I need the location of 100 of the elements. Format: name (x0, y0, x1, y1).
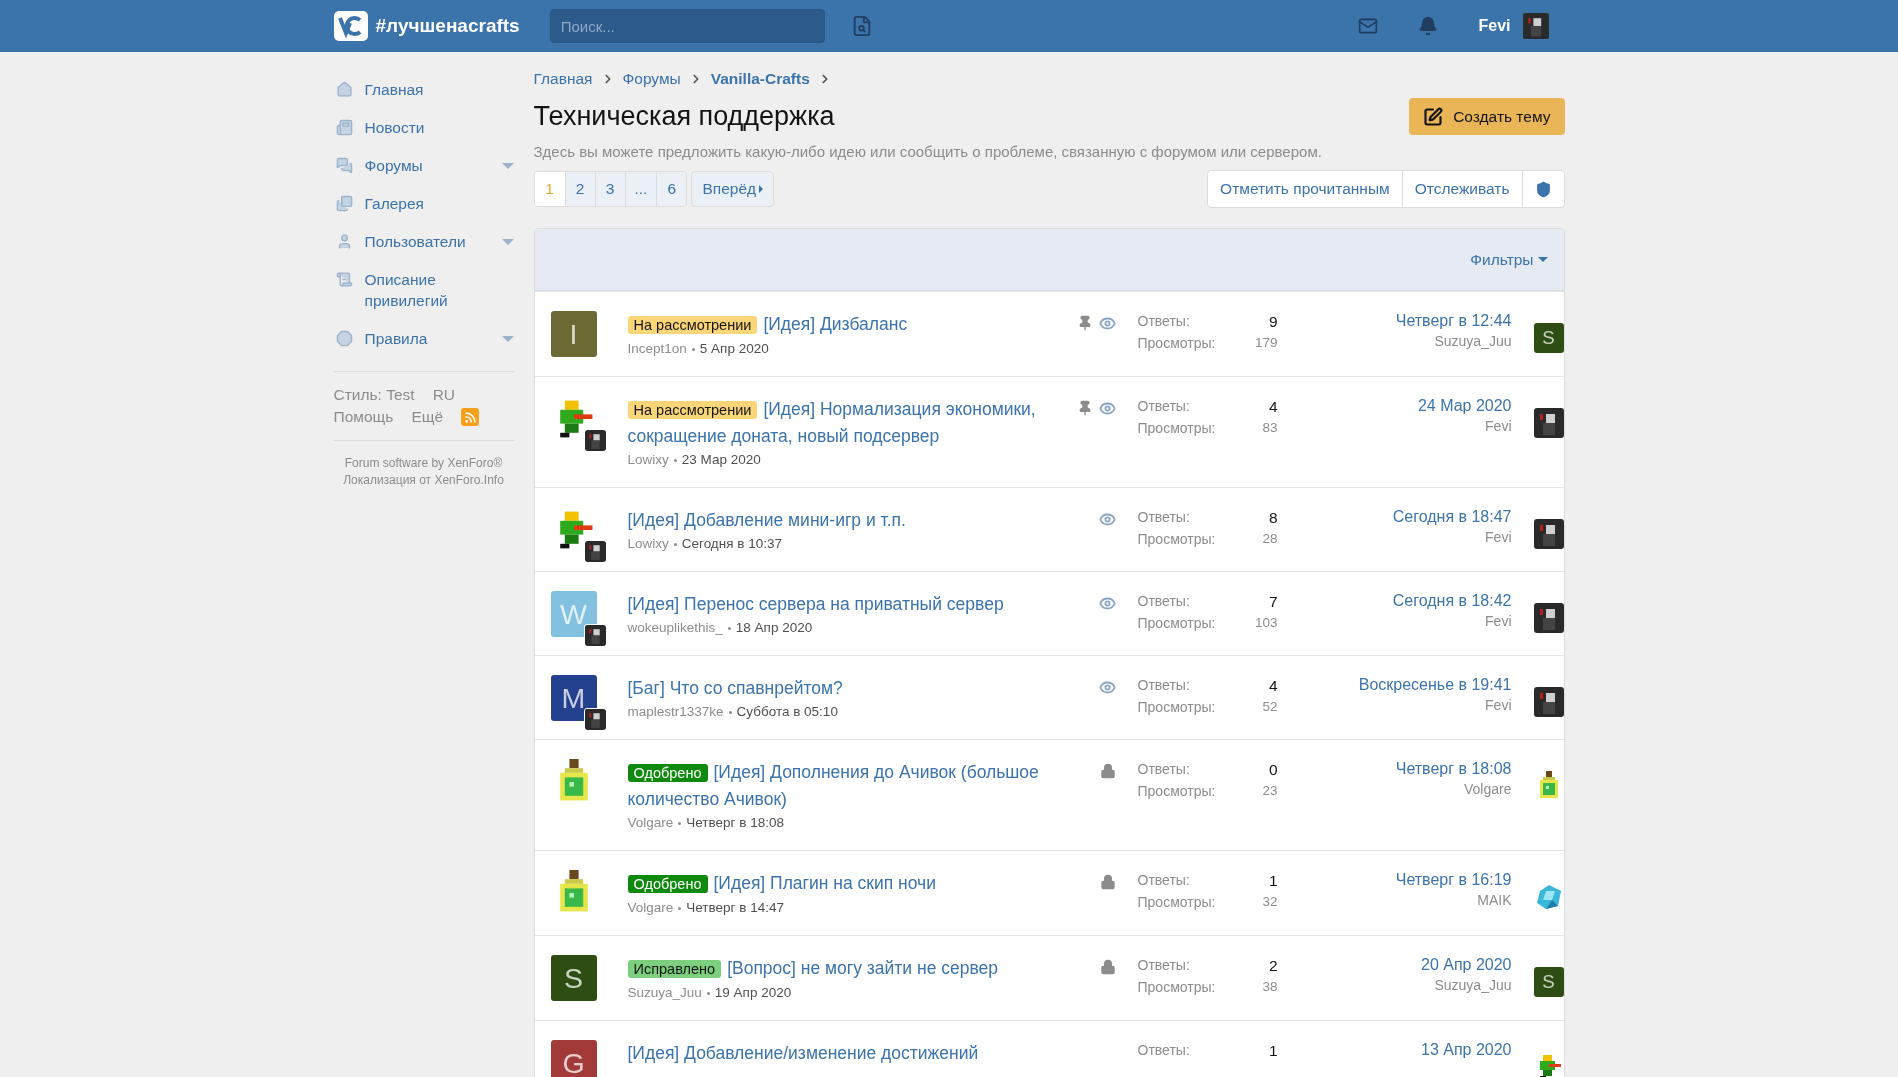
rss-icon[interactable] (461, 408, 480, 426)
last-poster-name[interactable]: MAIK (1477, 892, 1512, 908)
page-link[interactable]: 6 (656, 172, 687, 206)
caret-icon[interactable] (501, 163, 514, 169)
author-name[interactable]: Incept1on (627, 340, 687, 358)
last-post-date[interactable]: Четверг в 16:19 (1395, 871, 1512, 889)
last-poster-name[interactable]: Fevi (1485, 529, 1512, 545)
thread-title[interactable]: Одобрено [Идея] Плагин на скип ночи (627, 870, 1126, 897)
last-post-date[interactable]: 24 Мар 2020 (1417, 397, 1512, 415)
create-thread-button[interactable]: Создать тему (1409, 98, 1565, 135)
author-name[interactable]: wokeuplikethis_ (627, 619, 723, 637)
author-name[interactable]: Suzuya_Juu (627, 984, 702, 1002)
user-avatar[interactable]: S (550, 955, 597, 1001)
action-button[interactable]: Отметить прочитанным (1208, 171, 1402, 207)
user-avatar[interactable]: I (550, 311, 597, 357)
thread-row[interactable]: На рассмотрении [Идея] Нормализация экономики, сокращение доната, новый подсервер Lowixy 23 Мар 2020 Ответы: 4 Просмотры: 83 24 Мар 2020 Fevi (534, 376, 1564, 487)
nav-item[interactable]: Галерея (333, 184, 514, 222)
user-avatar[interactable]: S (1533, 967, 1564, 997)
replies-label: Ответы: (1137, 313, 1191, 331)
thread-row[interactable]: Одобрено [Идея] Плагин на скип ночи Volgare Четверг в 14:47 Ответы: 1 Просмотры: 32 Четверг в 16:19 MAIK (534, 850, 1564, 935)
last-poster-name[interactable]: Fevi (1485, 418, 1512, 434)
thread-row[interactable]: Одобрено [Идея] Дополнения до Ачивок (большое количество Ачивок) Volgare Четверг в 18:08 Ответы: 0 Просмотры: 23 Четверг в 18:08 Volgare (534, 739, 1564, 850)
user-avatar[interactable]: M (550, 675, 597, 721)
action-button[interactable]: Отслеживать (1401, 171, 1522, 207)
next-page-button[interactable]: Вперёд (691, 171, 775, 207)
breadcrumb-link[interactable]: Vanilla-Crafts (710, 70, 810, 88)
thread-row[interactable]: [Идея] Добавление мини-игр и т.п. Lowixy Сегодня в 10:37 Ответы: 8 Просмотры: 28 Сегодня в 18:47 Fevi (534, 487, 1564, 571)
separator-dot (727, 626, 731, 630)
thread-title[interactable]: Одобрено [Идея] Дополнения до Ачивок (большое количество Ачивок) (627, 759, 1126, 812)
page-link[interactable]: ... (624, 172, 657, 206)
separator-dot (728, 710, 732, 714)
thread-title[interactable]: [Идея] Добавление/изменение достижений (627, 1040, 1126, 1066)
last-poster-name[interactable]: Fevi (1485, 613, 1512, 629)
thread-row[interactable]: S Исправлено [Вопрос] не могу зайти не сервер Suzuya_Juu 19 Апр 2020 Ответы: 2 Просмотры: 38 20 Апр 2020 Suzuya_Juu S (534, 935, 1564, 1020)
status-label[interactable]: На рассмотрении (627, 316, 758, 334)
author-name[interactable]: Volgare (627, 899, 674, 917)
last-post-date[interactable]: Четверг в 12:44 (1395, 312, 1512, 330)
author-name[interactable]: Lowixy (627, 451, 669, 469)
logo-icon[interactable] (333, 11, 368, 41)
author-name[interactable]: Volgare (627, 814, 674, 832)
page-link[interactable]: 2 (564, 172, 595, 206)
help-link[interactable]: Помощь (333, 408, 394, 426)
author-name[interactable]: Lowixy (627, 535, 669, 553)
page-link[interactable]: 3 (594, 172, 625, 206)
views-count: 52 (1262, 699, 1278, 715)
last-post-date[interactable]: 13 Апр 2020 (1421, 1041, 1512, 1059)
last-post-date[interactable]: Сегодня в 18:42 (1392, 592, 1512, 610)
thread-row[interactable]: G [Идея] Добавление/изменение достижений Ответы: 1 13 Апр 2020 (534, 1020, 1564, 1077)
thread-row[interactable]: W [Идея] Перенос сервера на приватный сервер wokeuplikethis_ 18 Апр 2020 Ответы: 7 Просмотры: 103 Сегодня в 18:42 Fevi (534, 571, 1564, 655)
thread-row[interactable]: M [Баг] Что со спавнрейтом? maplestr1337ke Суббота в 05:10 Ответы: 4 Просмотры: 52 Воскресенье в 19:41 Fevi (534, 655, 1564, 739)
nav-item[interactable]: Описание привилегий (333, 260, 514, 319)
mail-icon[interactable] (1358, 16, 1379, 36)
last-poster-name[interactable]: Volgare (1464, 781, 1512, 797)
language-link[interactable]: RU (432, 386, 455, 404)
nav-item[interactable]: Правила (333, 319, 514, 357)
site-name[interactable]: #лучшенасrafts (375, 15, 520, 37)
search-field[interactable]: Поиск... (549, 9, 825, 43)
last-post-date[interactable]: 20 Апр 2020 (1421, 956, 1512, 974)
views-label: Просмотры: (1137, 699, 1217, 715)
more-link[interactable]: Ещё (411, 408, 444, 426)
replies-count: 7 (1267, 593, 1278, 611)
last-post-date[interactable]: Четверг в 18:08 (1395, 760, 1512, 778)
last-post-date[interactable]: Воскресенье в 19:41 (1358, 676, 1512, 694)
filters-button[interactable]: Фильтры (1470, 250, 1548, 269)
thread-title[interactable]: [Баг] Что со спавнрейтом? (627, 675, 1126, 701)
style-link[interactable]: Стиль: Test (333, 386, 415, 404)
caret-icon[interactable] (501, 239, 514, 245)
thread-title[interactable]: На рассмотрении [Идея] Дизбаланс (627, 311, 1126, 338)
nav-item[interactable]: Форумы (333, 146, 514, 184)
user-name[interactable]: Fevi (1478, 17, 1511, 35)
separator-dot (673, 458, 677, 462)
last-poster-name[interactable]: Suzuya_Juu (1434, 333, 1512, 349)
views-label: Просмотры: (1137, 979, 1217, 995)
thread-row[interactable]: I На рассмотрении [Идея] Дизбаланс Incept1on 5 Апр 2020 Ответы: 9 Просмотры: 179 Четверг в 12:44 Suzuya_Juu S (534, 291, 1564, 376)
last-post-date[interactable]: Сегодня в 18:47 (1392, 508, 1512, 526)
thread-date: Сегодня в 10:37 (681, 535, 782, 553)
replies-label: Ответы: (1137, 398, 1191, 416)
nav-item[interactable]: Новости (333, 108, 514, 146)
thread-title[interactable]: [Идея] Добавление мини-игр и т.п. (627, 507, 1126, 533)
last-poster-name[interactable]: Suzuya_Juu (1434, 977, 1512, 993)
nav-item[interactable]: Главная (333, 70, 514, 108)
breadcrumb-link[interactable]: Главная (533, 70, 593, 88)
status-label[interactable]: Исправлено (627, 960, 722, 978)
bell-icon[interactable] (1418, 16, 1439, 36)
nav-item[interactable]: Пользователи (333, 222, 514, 260)
author-name[interactable]: maplestr1337ke (627, 703, 724, 721)
thread-title[interactable]: [Идея] Перенос сервера на приватный сервер (627, 591, 1126, 617)
breadcrumb-link[interactable]: Форумы (622, 70, 681, 88)
thread-title[interactable]: Исправлено [Вопрос] не могу зайти не сервер (627, 955, 1126, 982)
last-poster-name[interactable]: Fevi (1485, 697, 1512, 713)
views-label: Просмотры: (1137, 615, 1217, 631)
user-avatar[interactable]: G (550, 1040, 597, 1077)
replies-count: 1 (1267, 872, 1278, 890)
thread-title[interactable]: На рассмотрении [Идея] Нормализация экономики, сокращение доната, новый подсервер (627, 396, 1126, 449)
status-label[interactable]: Одобрено (627, 875, 708, 893)
thread-date: 19 Апр 2020 (714, 984, 792, 1002)
status-label[interactable]: Одобрено (627, 764, 708, 782)
user-avatar[interactable]: S (1533, 323, 1564, 353)
caret-icon[interactable] (501, 336, 514, 342)
status-label[interactable]: На рассмотрении (627, 401, 758, 419)
